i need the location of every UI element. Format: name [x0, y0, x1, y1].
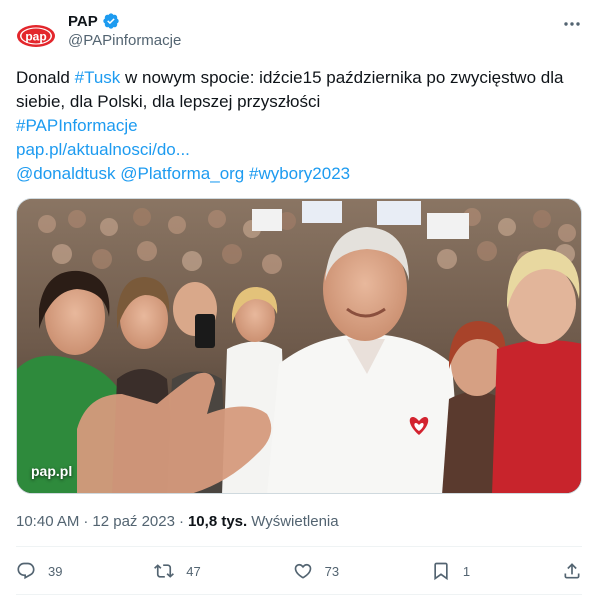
reply-icon: [17, 562, 35, 580]
reply-count: 39: [48, 563, 63, 579]
mention-platforma-link[interactable]: @Platforma_org: [120, 164, 244, 183]
views-count[interactable]: 10,8 tys.: [188, 513, 247, 530]
more-options-icon[interactable]: [562, 14, 582, 34]
separator-dot: ·: [83, 513, 89, 530]
reply-button[interactable]: 39: [16, 561, 62, 581]
views-label: Wyświetlenia: [251, 513, 339, 530]
tweet-date[interactable]: 12 paź 2023: [92, 513, 175, 530]
repost-count: 47: [186, 563, 201, 579]
photo-illustration: [17, 199, 581, 493]
share-icon: [564, 563, 580, 579]
repost-button[interactable]: 47: [154, 561, 201, 581]
text-line: siebie, dla Polski, dla lepszej przyszło…: [16, 92, 321, 111]
bookmark-count: 1: [462, 563, 471, 579]
tweet-time[interactable]: 10:40 AM: [16, 513, 79, 530]
heart-icon: [294, 563, 311, 579]
hashtag-papinformacje-link[interactable]: #PAPInformacje: [16, 116, 138, 135]
text-segment: Donald: [16, 68, 75, 87]
bookmark-button[interactable]: 1: [431, 561, 470, 581]
separator-dot: ·: [178, 513, 184, 530]
svg-text:pap: pap: [25, 30, 46, 44]
action-bar: 39 47 73 1: [16, 556, 582, 586]
account-handle[interactable]: @PAPinformacje: [68, 32, 181, 49]
display-name[interactable]: PAP: [68, 13, 98, 30]
bookmark-icon: [434, 562, 448, 581]
divider: [16, 546, 582, 547]
verified-badge-icon: [102, 12, 120, 30]
pap-logo-avatar[interactable]: pap: [16, 16, 56, 56]
photo-source-label: pap.pl: [31, 463, 73, 479]
hashtag-tusk-link[interactable]: #Tusk: [75, 68, 121, 87]
like-count: 73: [324, 563, 340, 579]
hashtag-wybory2023-link[interactable]: #wybory2023: [249, 164, 350, 183]
text-segment: w nowym spocie: idźcie15 października po…: [120, 68, 564, 87]
mention-donaldtusk-link[interactable]: @donaldtusk: [16, 164, 116, 183]
share-button[interactable]: [562, 561, 582, 581]
tweet-photo[interactable]: pap.pl: [16, 198, 582, 494]
tweet-text: Donald #Tusk w nowym spocie: idźcie15 pa…: [16, 66, 582, 186]
tweet-meta: 10:40 AM · 12 paź 2023 · 10,8 tys. Wyświ…: [16, 513, 339, 530]
tweet-header: pap PAP @PAPinformacje: [16, 10, 582, 54]
repost-icon: [154, 564, 175, 578]
article-url-link[interactable]: pap.pl/aktualnosci/do...: [16, 140, 190, 159]
like-button[interactable]: 73: [293, 561, 339, 581]
